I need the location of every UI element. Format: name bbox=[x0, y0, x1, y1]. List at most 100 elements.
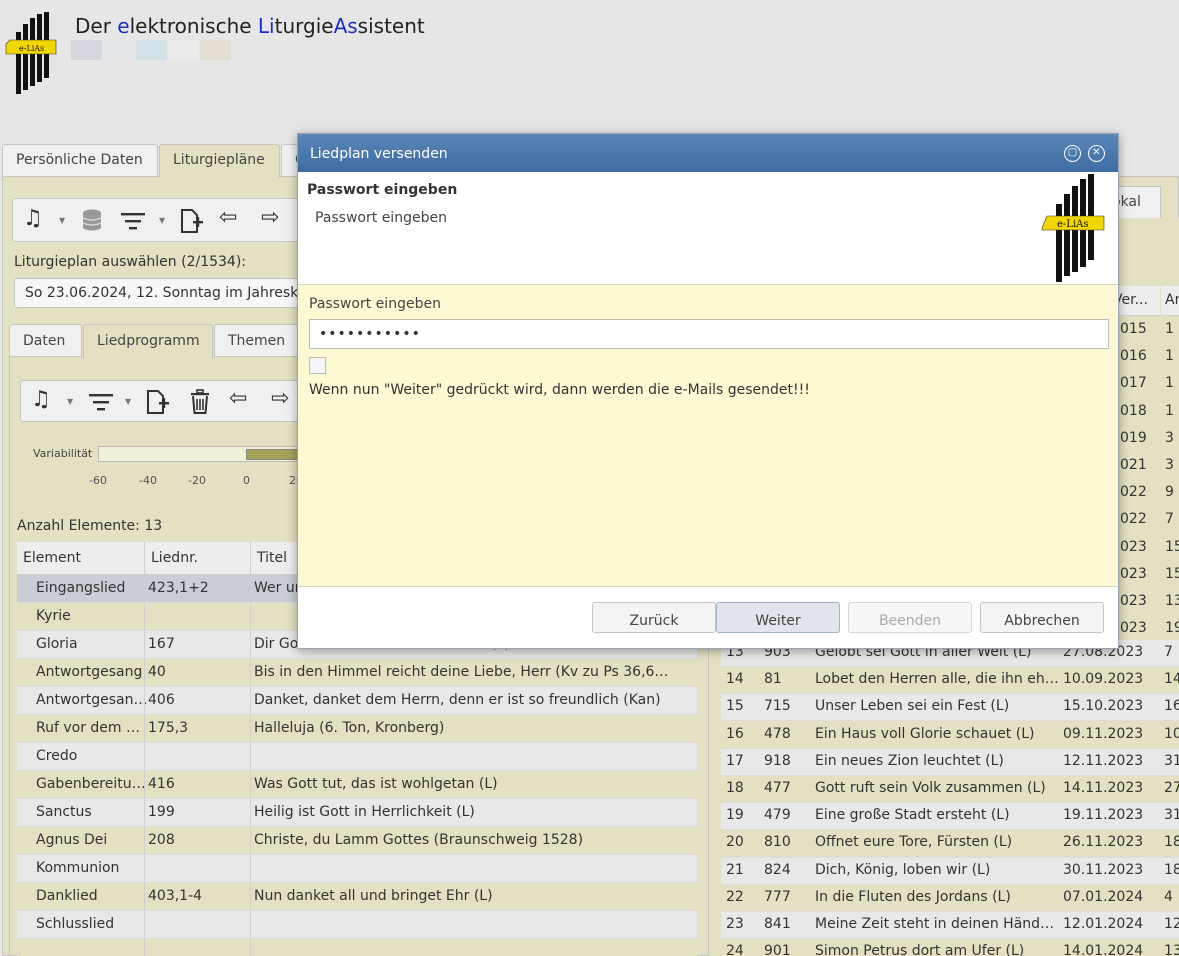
table-row[interactable]: Antwortgesan… 406 Danket, danket dem Herrn… bbox=[17, 687, 697, 715]
filter-icon[interactable] bbox=[121, 212, 145, 230]
cell-titel: Halleluja (6. Ton, Kronberg) bbox=[254, 720, 445, 736]
app-logo: e-LiAs bbox=[5, 12, 57, 94]
cell-count: 27 bbox=[1164, 780, 1179, 796]
chevron-down-icon[interactable]: ▼ bbox=[59, 216, 65, 225]
cell-nr: 22 bbox=[726, 888, 744, 905]
cell-count: 1 bbox=[1165, 348, 1174, 365]
cell-nr: 23 bbox=[726, 916, 744, 932]
table-row[interactable]: 23 841 Meine Zeit steht in deinen Händ… 12.… bbox=[721, 912, 1179, 939]
cell-titel: Nun danket all und bringet Ehr (L) bbox=[254, 888, 493, 904]
variability-tick: -20 bbox=[188, 474, 206, 487]
table-row[interactable]: Sanctus 199 Heilig ist Gott in Herrlichkei… bbox=[17, 799, 697, 827]
cell-date: 018 bbox=[1120, 402, 1147, 419]
arrow-right-icon[interactable]: ⇨ bbox=[271, 386, 289, 411]
chevron-down-icon[interactable]: ▼ bbox=[125, 397, 131, 406]
cell-date: 019 bbox=[1120, 429, 1147, 446]
password-label: Passwort eingeben bbox=[309, 296, 441, 312]
cell-titel: Lobet den Herren alle, die ihn eh… bbox=[815, 671, 1059, 688]
table-row[interactable]: Kommunion bbox=[17, 855, 697, 883]
table-row[interactable]: 15 715 Unser Leben sei ein Fest (L) 15.10.2… bbox=[721, 694, 1179, 722]
cell-count: 31 bbox=[1164, 807, 1179, 824]
table-row[interactable]: Credo bbox=[17, 743, 697, 771]
password-input[interactable] bbox=[309, 319, 1109, 349]
maximize-icon[interactable]: ▢ bbox=[1064, 145, 1081, 162]
cell-liednr: 208 bbox=[148, 832, 175, 848]
cell-count: 7 bbox=[1165, 511, 1174, 528]
cell-count: 1 bbox=[1165, 375, 1174, 392]
column-header-anzahl[interactable]: An bbox=[1161, 286, 1179, 316]
tab-persoenliche-daten[interactable]: Persönliche Daten bbox=[2, 144, 158, 176]
cell-date: 021 bbox=[1120, 457, 1147, 473]
column-header-element[interactable]: Element bbox=[23, 550, 81, 566]
table-row[interactable]: Antwortgesang 40 Bis in den Himmel reicht … bbox=[17, 659, 697, 687]
element-count: Anzahl Elemente: 13 bbox=[17, 518, 163, 534]
table-row[interactable]: Gabenbereitu… 416 Was Gott tut, das ist wo… bbox=[17, 771, 697, 799]
arrow-left-icon[interactable]: ⇦ bbox=[229, 386, 247, 411]
next-button[interactable]: Weiter bbox=[716, 602, 840, 633]
tab-daten[interactable]: Daten bbox=[9, 324, 82, 356]
show-password-checkbox[interactable] bbox=[309, 357, 326, 374]
cell-element: Schlusslied bbox=[36, 916, 115, 932]
cell-lied: 81 bbox=[764, 671, 782, 688]
back-button[interactable]: Zurück bbox=[592, 602, 716, 633]
color-swatch bbox=[103, 40, 134, 60]
tab-liedprogramm[interactable]: Liedprogramm bbox=[83, 324, 213, 358]
cell-count: 1 bbox=[1165, 402, 1174, 419]
table-row[interactable]: 18 477 Gott ruft sein Volk zusammen (L) 14.… bbox=[721, 776, 1179, 803]
color-swatch bbox=[136, 40, 167, 60]
close-icon[interactable]: ✕ bbox=[1088, 145, 1105, 162]
music-note-icon[interactable]: ♫ bbox=[23, 206, 43, 231]
add-document-icon[interactable] bbox=[145, 389, 171, 415]
cell-count: 15 bbox=[1165, 538, 1179, 555]
cell-lied: 477 bbox=[764, 780, 791, 796]
table-row[interactable]: 16 478 Ein Haus voll Glorie schauet (L) 09.… bbox=[721, 721, 1179, 749]
table-row[interactable]: Schlusslied bbox=[17, 911, 697, 939]
table-row[interactable]: 21 824 Dich, König, loben wir (L) 30.11.202… bbox=[721, 857, 1179, 885]
cell-count: 31 bbox=[1164, 752, 1179, 769]
chevron-down-icon[interactable]: ▼ bbox=[159, 216, 165, 225]
cell-count: 19 bbox=[1165, 620, 1179, 637]
cell-liednr: 403,1-4 bbox=[148, 888, 203, 904]
cell-liednr: 416 bbox=[148, 776, 175, 792]
cell-date: 07.01.2024 bbox=[1063, 888, 1144, 905]
arrow-left-icon[interactable]: ⇦ bbox=[219, 205, 237, 230]
filter-icon[interactable] bbox=[89, 393, 113, 411]
table-row[interactable]: Agnus Dei 208 Christe, du Lamm Gottes (Bra… bbox=[17, 827, 697, 855]
table-row[interactable]: 19 479 Eine große Stadt ersteht (L) 19.11.2… bbox=[721, 803, 1179, 831]
table-row[interactable]: Danklied 403,1-4 Nun danket all und bringe… bbox=[17, 883, 697, 911]
arrow-right-icon[interactable]: ⇨ bbox=[261, 205, 279, 230]
plan-select[interactable]: So 23.06.2024, 12. Sonntag im Jahreskrei… bbox=[14, 278, 314, 308]
table-row[interactable]: 24 901 Simon Petrus dort am Ufer (L) 14.01.… bbox=[721, 939, 1179, 956]
add-document-icon[interactable] bbox=[179, 208, 205, 234]
chevron-down-icon[interactable]: ▼ bbox=[67, 397, 73, 406]
trash-icon[interactable] bbox=[189, 389, 211, 415]
cell-nr: 18 bbox=[726, 780, 744, 796]
table-row[interactable]: 14 81 Lobet den Herren alle, die ihn eh… 10… bbox=[721, 667, 1179, 695]
music-note-icon[interactable]: ♫ bbox=[31, 387, 51, 412]
finish-button: Beenden bbox=[848, 602, 972, 633]
cell-nr: 24 bbox=[726, 943, 744, 956]
cell-element: Danklied bbox=[36, 888, 98, 904]
cell-titel: Bis in den Himmel reicht deine Liebe, He… bbox=[254, 664, 669, 680]
cell-date: 023 bbox=[1120, 593, 1147, 609]
cell-count: 4 bbox=[1164, 888, 1173, 905]
column-header-liednr[interactable]: Liednr. bbox=[151, 550, 198, 566]
tab-themen[interactable]: Themen bbox=[214, 324, 304, 356]
cell-liednr: 167 bbox=[148, 636, 175, 652]
cell-element: Antwortgesang bbox=[36, 664, 143, 680]
column-header-titel[interactable]: Titel bbox=[257, 550, 287, 566]
database-icon[interactable] bbox=[81, 208, 103, 232]
cell-element: Eingangslied bbox=[36, 580, 126, 596]
cell-liednr: 423,1+2 bbox=[148, 580, 209, 596]
cancel-button[interactable]: Abbrechen bbox=[980, 602, 1104, 633]
table-row[interactable]: 20 810 Öffnet eure Tore, Fürsten (L) 26.11.… bbox=[721, 830, 1179, 858]
table-row[interactable]: Ruf vor dem … 175,3 Halleluja (6. Ton, Kro… bbox=[17, 715, 697, 743]
cell-element: Agnus Dei bbox=[36, 832, 108, 848]
tab-liturgieplaene[interactable]: Liturgiepläne bbox=[159, 144, 280, 178]
cell-titel: Gott ruft sein Volk zusammen (L) bbox=[815, 780, 1046, 796]
cell-nr: 14 bbox=[726, 671, 744, 688]
table-row[interactable] bbox=[17, 939, 697, 956]
table-row[interactable]: 22 777 In die Fluten des Jordans (L) 07.01.… bbox=[721, 884, 1179, 912]
table-row[interactable]: 17 918 Ein neues Zion leuchtet (L) 12.11.20… bbox=[721, 748, 1179, 776]
dialog-logo: e-LiAs bbox=[1041, 174, 1105, 282]
